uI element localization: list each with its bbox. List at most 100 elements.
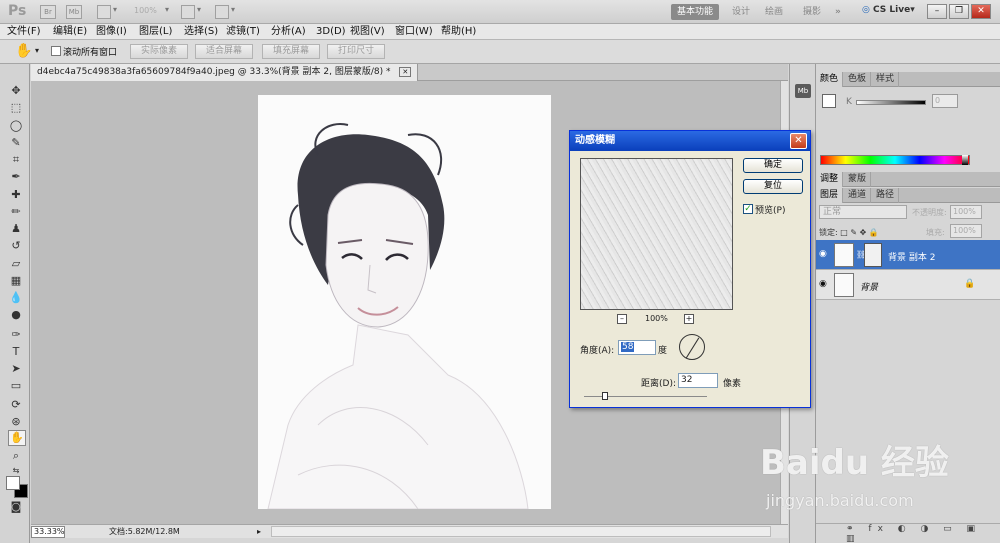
tab-color[interactable]: 颜色 <box>816 72 844 87</box>
minimize-button[interactable]: – <box>927 4 947 19</box>
menu-layer[interactable]: 图层(L) <box>139 25 172 39</box>
more-workspaces-button[interactable]: » <box>829 4 847 20</box>
menu-select[interactable]: 选择(S) <box>184 25 218 39</box>
filter-preview[interactable] <box>580 158 733 310</box>
minibridge-panel-icon[interactable]: Mb <box>795 84 811 98</box>
zoom-in-button[interactable]: + <box>684 314 694 324</box>
3d-rotate-tool-icon[interactable]: ⟳ <box>8 398 24 412</box>
angle-input[interactable]: 58 <box>618 340 656 355</box>
distance-input[interactable]: 32 <box>678 373 718 388</box>
workspace-painting[interactable]: 绘画 <box>759 4 789 20</box>
menu-file[interactable]: 文件(F) <box>7 25 41 39</box>
print-size-button[interactable]: 打印尺寸 <box>327 44 385 59</box>
k-channel-slider[interactable] <box>856 100 926 105</box>
reset-button[interactable]: 复位 <box>743 179 803 194</box>
tab-swatches[interactable]: 色板 <box>844 72 872 87</box>
path-selection-tool-icon[interactable]: ➤ <box>8 362 24 376</box>
workspace-design[interactable]: 设计 <box>726 4 756 20</box>
menu-3d[interactable]: 3D(D) <box>316 25 346 39</box>
tab-styles[interactable]: 样式 <box>872 72 900 87</box>
menu-filter[interactable]: 滤镜(T) <box>226 25 260 39</box>
zoom-level[interactable]: 100% <box>134 6 157 20</box>
restore-button[interactable]: ❐ <box>949 4 969 19</box>
menu-analysis[interactable]: 分析(A) <box>271 25 306 39</box>
bridge-icon[interactable]: Br <box>40 5 56 19</box>
angle-dial[interactable] <box>679 334 705 360</box>
menu-help[interactable]: 帮助(H) <box>441 25 476 39</box>
document-image[interactable] <box>258 95 551 509</box>
quick-mask-icon[interactable]: ◙ <box>8 500 24 514</box>
menu-edit[interactable]: 编辑(E) <box>53 25 87 39</box>
menu-window[interactable]: 窗口(W) <box>395 25 433 39</box>
layer-name[interactable]: 背景 <box>860 280 878 293</box>
history-brush-tool-icon[interactable]: ↺ <box>8 239 24 253</box>
chevron-down-icon[interactable]: ▾ <box>35 46 39 55</box>
tab-channels[interactable]: 通道 <box>844 188 872 203</box>
tab-masks[interactable]: 蒙版 <box>844 172 872 187</box>
lasso-tool-icon[interactable]: ◯ <box>8 119 24 133</box>
document-tab[interactable]: d4ebc4a75c49838a3fa65609784f9a40.jpeg @ … <box>31 64 419 81</box>
chevron-down-icon[interactable]: ▾ <box>197 5 201 19</box>
close-window-button[interactable]: ✕ <box>971 4 991 19</box>
menu-view[interactable]: 视图(V) <box>350 25 385 39</box>
workspace-basic[interactable]: 基本功能 <box>671 4 720 20</box>
workspace-photography[interactable]: 摄影 <box>797 4 827 20</box>
eraser-tool-icon[interactable]: ▱ <box>8 257 24 271</box>
hand-tool-preset-icon[interactable]: ✋ <box>15 43 32 59</box>
color-spectrum[interactable] <box>820 155 970 165</box>
layer-name[interactable]: 背景 副本 2 <box>888 250 935 263</box>
zoom-tool-icon[interactable]: ⌕ <box>8 449 24 463</box>
tab-paths[interactable]: 路径 <box>872 188 900 203</box>
panel-foreground-swatch[interactable] <box>822 94 836 108</box>
healing-brush-tool-icon[interactable]: ✚ <box>8 188 24 202</box>
move-tool-icon[interactable]: ✥ <box>8 84 24 98</box>
shape-tool-icon[interactable]: ▭ <box>8 379 24 393</box>
eye-icon[interactable]: ◉ <box>819 249 827 259</box>
close-tab-icon[interactable]: ✕ <box>399 67 412 77</box>
minibridge-icon[interactable]: Mb <box>66 5 82 19</box>
fill-screen-button[interactable]: 填充屏幕 <box>262 44 320 59</box>
chevron-down-icon[interactable]: ▾ <box>231 5 235 19</box>
tab-adjustments[interactable]: 调整 <box>816 172 844 187</box>
gradient-tool-icon[interactable]: ▦ <box>8 274 24 288</box>
spectrum-black-white[interactable] <box>962 155 968 165</box>
preview-checkbox[interactable]: ✓ <box>743 204 753 214</box>
layer-row[interactable]: ◉ 背景 🔒 <box>816 270 1000 300</box>
clone-stamp-tool-icon[interactable]: ♟ <box>8 222 24 236</box>
status-menu-arrow-icon[interactable]: ▸ <box>257 527 261 536</box>
tab-layers[interactable]: 图层 <box>816 188 844 203</box>
zoom-out-button[interactable]: – <box>617 314 627 324</box>
chevron-down-icon[interactable]: ▾ <box>113 5 117 19</box>
layer-row-selected[interactable]: ◉ ⛓ 背景 副本 2 <box>816 240 1000 270</box>
type-tool-icon[interactable]: T <box>8 345 24 359</box>
brush-tool-icon[interactable]: ✏ <box>8 205 24 219</box>
dodge-tool-icon[interactable]: ● <box>8 308 24 322</box>
blend-mode-select[interactable]: 正常 <box>819 205 907 219</box>
opacity-field[interactable]: 100% <box>950 205 982 219</box>
ok-button[interactable]: 确定 <box>743 158 803 173</box>
chevron-down-icon[interactable]: ▾ <box>165 5 169 19</box>
marquee-tool-icon[interactable]: ⬚ <box>8 101 24 115</box>
distance-slider-thumb[interactable] <box>602 392 608 400</box>
close-icon[interactable]: ✕ <box>790 133 807 149</box>
arrange-documents-icon[interactable] <box>181 5 195 19</box>
lock-icons[interactable]: □ ✎ ✥ 🔒 <box>840 228 879 237</box>
3d-orbit-tool-icon[interactable]: ⊛ <box>8 415 24 429</box>
fit-screen-button[interactable]: 适合屏幕 <box>195 44 253 59</box>
cs-live-button[interactable]: ◎ CS Live▾ <box>862 5 915 15</box>
quick-selection-tool-icon[interactable]: ✎ <box>8 136 24 150</box>
actual-pixels-button[interactable]: 实际像素 <box>130 44 188 59</box>
menu-image[interactable]: 图像(I) <box>96 25 127 39</box>
screen-mode-icon[interactable] <box>215 5 229 19</box>
k-channel-field[interactable]: 0 <box>932 94 958 108</box>
blur-tool-icon[interactable]: 💧 <box>8 291 24 305</box>
zoom-field[interactable]: 33.33% <box>31 526 65 538</box>
horizontal-scrollbar[interactable] <box>271 526 771 537</box>
hand-tool-icon[interactable]: ✋ <box>8 430 26 446</box>
eyedropper-tool-icon[interactable]: ✒ <box>8 170 24 184</box>
eye-icon[interactable]: ◉ <box>819 279 827 289</box>
layer-mask-thumbnail[interactable] <box>864 243 882 267</box>
foreground-color-swatch[interactable] <box>6 476 20 490</box>
extras-icon[interactable] <box>97 5 111 19</box>
crop-tool-icon[interactable]: ⌗ <box>8 153 24 167</box>
